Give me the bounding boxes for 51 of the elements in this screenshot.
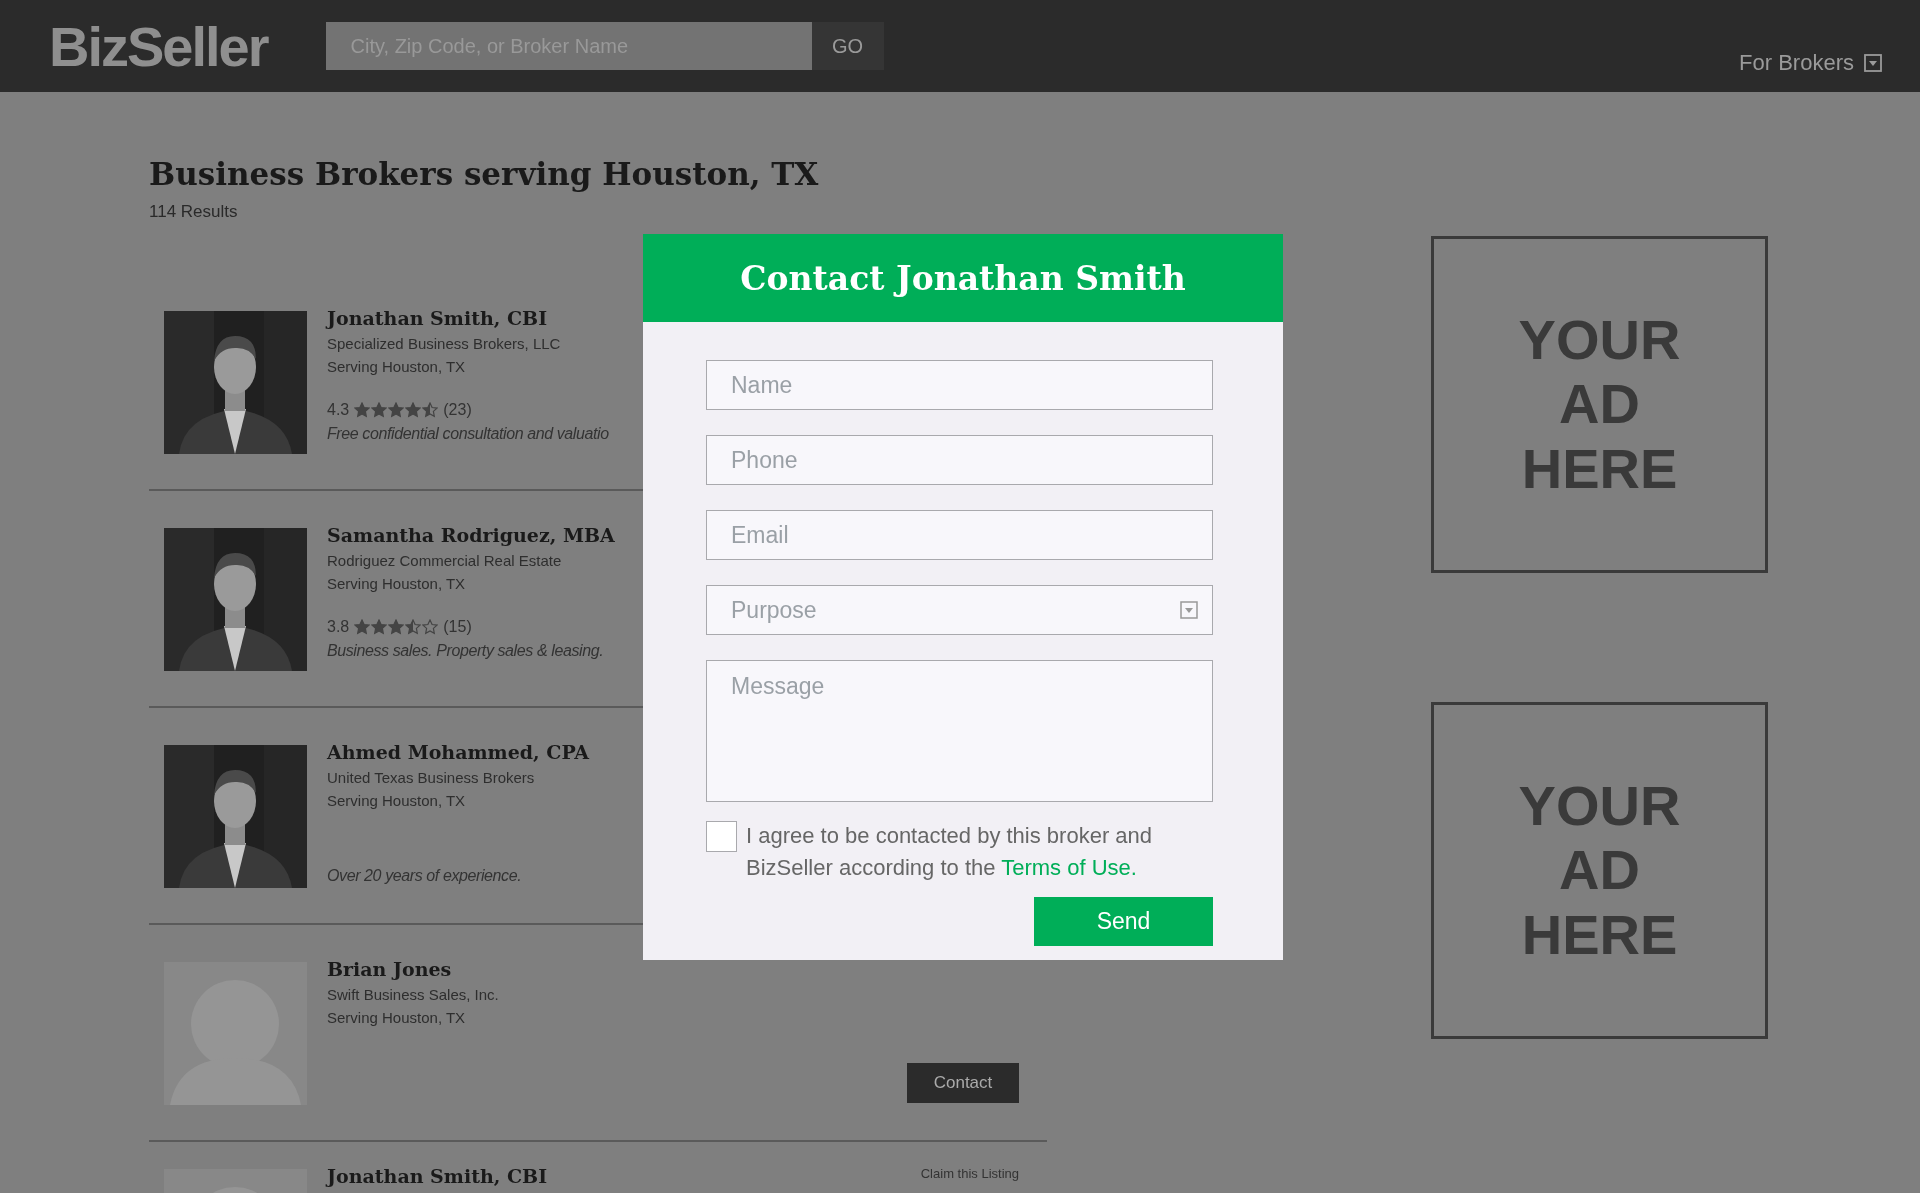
message-field[interactable]: Message: [706, 660, 1213, 802]
service-area: Serving Houston, TX: [327, 792, 466, 809]
star-icon: [371, 402, 388, 418]
star-icon: [405, 402, 422, 418]
review-count: (15): [443, 618, 472, 636]
broker-description: Business sales. Property sales & leasing.: [327, 642, 604, 660]
claim-listing-link[interactable]: Claim this Listing: [920, 1166, 1019, 1181]
input-field[interactable]: Name: [706, 360, 1213, 410]
broker-description: Over 20 years of experience.: [327, 867, 522, 885]
company-name: Swift Business Sales, Inc.: [327, 986, 499, 1003]
agree-text: I agree to be contacted by this broker and BizSeller according to the Terms of Use.: [746, 822, 1154, 882]
ad-text: YOUR AD HERE: [1517, 773, 1682, 968]
input-field[interactable]: Phone: [706, 435, 1213, 485]
contact-button[interactable]: Contact: [907, 1063, 1019, 1103]
caret-icon: [1180, 601, 1198, 619]
agree-checkbox[interactable]: [706, 821, 737, 852]
star-icon: [354, 402, 371, 418]
go-button[interactable]: GO: [811, 22, 884, 70]
star-icon: [422, 402, 439, 418]
purpose-dropdown[interactable]: Purpose: [706, 585, 1213, 635]
broker-name[interactable]: Jonathan Smith, CBI: [327, 307, 548, 329]
page-title: Business Brokers serving Houston, TX: [149, 156, 820, 192]
star-icon: [388, 402, 405, 418]
broker-name[interactable]: Jonathan Smith, CBI: [327, 1165, 548, 1187]
star-icon: [371, 619, 388, 635]
results-count: 114 Results: [149, 202, 239, 222]
for-brokers-menu[interactable]: For Brokers: [1739, 50, 1882, 76]
terms-link[interactable]: Terms of Use.: [1001, 855, 1137, 880]
company-name: Specialized Business Brokers, LLC: [327, 335, 561, 352]
broker-name[interactable]: Samantha Rodriguez, MBA: [327, 524, 615, 546]
star-icon: [422, 619, 439, 635]
service-area: Serving Houston, TX: [327, 1009, 466, 1026]
service-area: Serving Houston, TX: [327, 358, 466, 375]
company-name: United Texas Business Brokers: [327, 769, 535, 786]
star-icon: [354, 619, 371, 635]
caret-icon: [1864, 54, 1882, 72]
rating-value: 4.3: [327, 401, 350, 419]
input-field[interactable]: Email: [706, 510, 1213, 560]
send-button[interactable]: Send: [1034, 897, 1213, 946]
company-name: Rodriguez Commercial Real Estate: [327, 552, 562, 569]
rating-value: 3.8: [327, 618, 350, 636]
ad-text: YOUR AD HERE: [1517, 307, 1682, 502]
broker-name[interactable]: Ahmed Mohammed, CPA: [327, 741, 590, 763]
dialog-title: Contact Jonathan Smith: [740, 258, 1186, 298]
review-count: (23): [443, 401, 472, 419]
star-icon: [405, 619, 422, 635]
logo[interactable]: BizSeller: [49, 13, 268, 79]
broker-name[interactable]: Brian Jones: [327, 958, 452, 980]
service-area: Serving Houston, TX: [327, 575, 466, 592]
star-icon: [388, 619, 405, 635]
broker-description: Free confidential consultation and valuatio: [327, 425, 609, 443]
